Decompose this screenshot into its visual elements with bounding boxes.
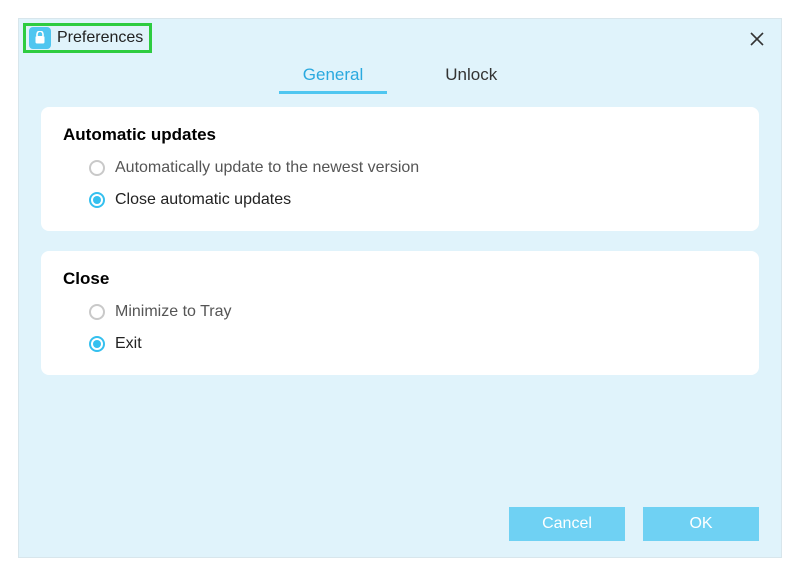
ok-button[interactable]: OK	[643, 507, 759, 541]
preferences-dialog: Preferences General Unlock Automatic upd…	[18, 18, 782, 558]
radio-group-updates: Automatically update to the newest versi…	[63, 159, 737, 209]
radio-minimize-tray[interactable]: Minimize to Tray	[89, 303, 737, 321]
close-icon[interactable]	[743, 25, 771, 53]
radio-icon	[89, 336, 105, 352]
radio-icon	[89, 160, 105, 176]
radio-close-updates[interactable]: Close automatic updates	[89, 191, 737, 209]
radio-exit[interactable]: Exit	[89, 335, 737, 353]
radio-icon	[89, 192, 105, 208]
panel-title-updates: Automatic updates	[63, 125, 737, 145]
titlebar: Preferences	[19, 19, 781, 55]
window-title: Preferences	[57, 29, 143, 47]
panel-close: Close Minimize to Tray Exit	[41, 251, 759, 375]
radio-auto-update[interactable]: Automatically update to the newest versi…	[89, 159, 737, 177]
radio-group-close: Minimize to Tray Exit	[63, 303, 737, 353]
radio-label: Close automatic updates	[115, 191, 291, 209]
lock-icon	[29, 27, 51, 49]
radio-label: Automatically update to the newest versi…	[115, 159, 419, 177]
content-area: Automatic updates Automatically update t…	[19, 93, 781, 375]
cancel-button[interactable]: Cancel	[509, 507, 625, 541]
radio-icon	[89, 304, 105, 320]
tab-bar: General Unlock	[19, 55, 781, 93]
radio-label: Minimize to Tray	[115, 303, 231, 321]
footer-buttons: Cancel OK	[509, 507, 759, 541]
title-group-highlighted: Preferences	[23, 23, 152, 53]
panel-automatic-updates: Automatic updates Automatically update t…	[41, 107, 759, 231]
radio-label: Exit	[115, 335, 142, 353]
panel-title-close: Close	[63, 269, 737, 289]
tab-general[interactable]: General	[297, 59, 369, 93]
tab-unlock[interactable]: Unlock	[439, 59, 503, 93]
